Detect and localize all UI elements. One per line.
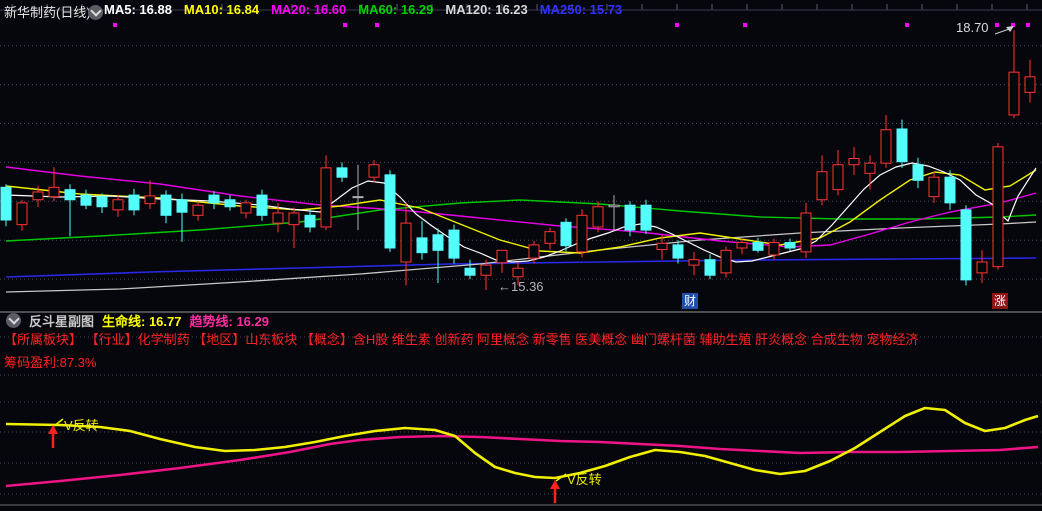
- finance-report-badge[interactable]: 财: [682, 293, 698, 309]
- chip-profit-info: 筹码盈利:87.3%: [4, 355, 97, 370]
- sub-indicator-title: 反斗星副图: [29, 314, 95, 329]
- chevron-down-icon: [7, 313, 20, 325]
- v-reversal-label-1: V反转: [64, 418, 99, 433]
- ma-legend-item: MA120: 16.23: [445, 2, 528, 17]
- collapse-sub-chart-button[interactable]: [6, 313, 21, 328]
- v-reversal-label-2: V反转: [567, 472, 602, 487]
- sector-concept-info: 【所属板块】 【行业】化学制药 【地区】山东板块 【概念】含H股 维生素 创新药…: [4, 332, 919, 347]
- ma-legend-item: MA250: 15.73: [539, 2, 623, 17]
- ma-legend-row: MA5: 16.88 MA10: 16.84 MA20: 16.60 MA60: 16…: [104, 2, 622, 17]
- limit-up-badge[interactable]: 涨: [992, 293, 1008, 309]
- ma-legend-item: MA60: 16.29: [358, 2, 434, 17]
- stock-title: 新华制药(日线): [4, 5, 91, 20]
- chevron-down-icon: [89, 5, 102, 17]
- ma-legend-item: MA5: 16.88: [104, 2, 172, 17]
- life-line-value: 生命线: 16.77: [102, 314, 182, 329]
- ma-legend-item: MA10: 16.84: [183, 2, 260, 17]
- ma-legend-item: MA20: 16.60: [271, 2, 347, 17]
- high-price-label: 18.70: [956, 20, 989, 35]
- low-price-label: ←15.36: [498, 279, 544, 294]
- stock-terminal-window: 新华制药(日线) MA5: 16.88 MA10: 16.84 MA20: 16.6…: [0, 0, 1042, 511]
- chart-header: 新华制药(日线): [4, 2, 91, 21]
- collapse-main-chart-button[interactable]: [88, 5, 103, 20]
- sub-panel-header: 反斗星副图 生命线: 16.77 趋势线: 16.29: [6, 311, 269, 330]
- trend-line-value: 趋势线: 16.29: [189, 314, 269, 329]
